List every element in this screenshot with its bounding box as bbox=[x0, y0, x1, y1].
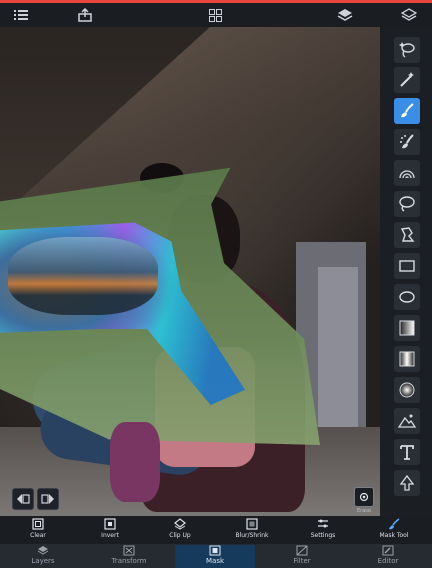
top-toolbar bbox=[0, 3, 432, 27]
rainbow-icon[interactable] bbox=[394, 160, 420, 186]
bubble-reflection bbox=[8, 237, 158, 315]
settings-label: Settings bbox=[310, 532, 336, 539]
tab-mask-label: Mask bbox=[205, 557, 225, 565]
brush-icon[interactable] bbox=[394, 98, 420, 124]
text-icon[interactable] bbox=[394, 439, 420, 465]
blur-shrink-label: Blur/Shrink bbox=[235, 532, 269, 539]
mask-tool-label: Mask Tool bbox=[379, 532, 409, 539]
invert-button[interactable]: Invert bbox=[80, 518, 140, 539]
settings-button[interactable]: Settings bbox=[293, 518, 353, 539]
clear-button[interactable]: Clear bbox=[8, 518, 68, 539]
mask-tab-icon bbox=[209, 545, 221, 556]
mask-tool-button[interactable]: Mask Tool bbox=[364, 518, 424, 539]
clear-label: Clear bbox=[30, 532, 46, 539]
tab-layers-label: Layers bbox=[31, 557, 55, 565]
photo-pink-object bbox=[110, 422, 160, 502]
lasso-icon[interactable] bbox=[394, 191, 420, 217]
image-canvas[interactable] bbox=[0, 27, 380, 516]
clip-up-button[interactable]: Clip Up bbox=[150, 518, 210, 539]
shape-icon[interactable] bbox=[394, 470, 420, 496]
clear-icon bbox=[32, 518, 44, 530]
redo-button[interactable] bbox=[37, 488, 59, 510]
tab-transform-label: Transform bbox=[111, 557, 147, 565]
radial-gradient-icon[interactable] bbox=[394, 377, 420, 403]
clip-up-label: Clip Up bbox=[169, 532, 191, 539]
grid-icon[interactable] bbox=[206, 6, 224, 24]
erase-toggle-button[interactable] bbox=[354, 487, 374, 507]
export-icon[interactable] bbox=[76, 6, 94, 24]
layers-icon[interactable] bbox=[400, 6, 418, 24]
mask-brush-icon bbox=[389, 518, 400, 530]
undo-button[interactable] bbox=[12, 488, 34, 510]
blur-shrink-icon bbox=[246, 518, 258, 530]
ellipse-icon[interactable] bbox=[394, 284, 420, 310]
lasso-select-icon[interactable] bbox=[394, 37, 420, 63]
landscape-icon[interactable] bbox=[394, 408, 420, 434]
erase-label: Erase bbox=[357, 508, 371, 514]
tab-editor[interactable]: Editor bbox=[348, 545, 428, 568]
tab-layers[interactable]: Layers bbox=[3, 545, 83, 568]
transform-tab-icon bbox=[123, 545, 135, 556]
invert-icon bbox=[104, 518, 116, 530]
tab-filter-label: Filter bbox=[293, 557, 311, 565]
tab-filter[interactable]: Filter bbox=[262, 545, 342, 568]
layers-stack-icon[interactable] bbox=[336, 6, 354, 24]
tab-mask[interactable]: Mask bbox=[175, 545, 255, 568]
tab-transform[interactable]: Transform bbox=[89, 545, 169, 568]
freeform-shape-icon[interactable] bbox=[394, 222, 420, 248]
spray-brush-icon[interactable] bbox=[394, 129, 420, 155]
sliders-icon bbox=[318, 519, 328, 528]
mirror-gradient-icon[interactable] bbox=[394, 346, 420, 372]
rectangle-icon[interactable] bbox=[394, 253, 420, 279]
clip-up-icon bbox=[174, 518, 186, 530]
magic-wand-icon[interactable] bbox=[394, 67, 420, 93]
list-icon[interactable] bbox=[12, 6, 30, 24]
filter-tab-icon bbox=[296, 545, 308, 556]
editor-tab-icon bbox=[382, 545, 394, 556]
tab-editor-label: Editor bbox=[377, 557, 399, 565]
blur-shrink-button[interactable]: Blur/Shrink bbox=[222, 518, 282, 539]
linear-gradient-icon[interactable] bbox=[394, 315, 420, 341]
invert-label: Invert bbox=[101, 532, 119, 539]
layers-tab-icon bbox=[37, 546, 49, 555]
